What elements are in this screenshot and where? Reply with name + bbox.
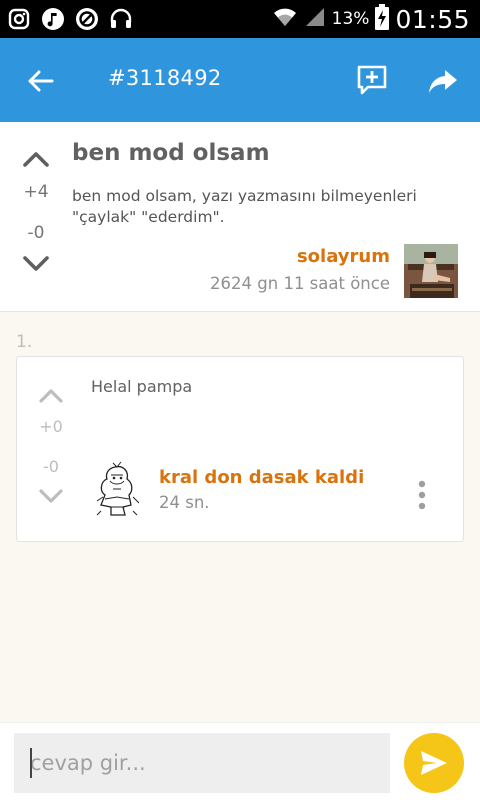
battery-charging-icon [375,4,390,34]
upvote-button[interactable] [20,146,52,170]
reply-upvote-count: +0 [39,417,63,436]
reply-text: Helal pampa [91,377,193,396]
send-icon [421,751,447,775]
reply-card: +0 -0 Helal pampa kral don dasak kaldi 2… [16,356,464,542]
add-comment-icon[interactable] [355,63,389,97]
reply-downvote-count: -0 [43,457,59,476]
status-bar: 13% 01:55 [0,0,480,38]
battery-percent: 13% [331,9,370,29]
send-button[interactable] [404,733,464,793]
reply-downvote-button[interactable] [37,487,65,507]
page-title: #3118492 [108,66,222,90]
reply-index: 1. [16,332,33,352]
post-author-avatar[interactable] [404,244,458,298]
post-timestamp: 2624 gn 11 saat önce [210,274,390,293]
post-body: ben mod olsam, yazı yazmasını bilmeyenle… [72,187,417,226]
reply-input-bar [0,722,480,800]
post-card: +4 -0 ben mod olsam ben mod olsam, yazı … [0,122,480,312]
post-author-link[interactable]: solayrum [297,246,390,267]
downvote-button[interactable] [20,252,52,276]
app-bar: #3118492 [0,38,480,122]
downvote-count: -0 [27,223,45,243]
reply-author-link[interactable]: kral don dasak kaldi [159,467,364,488]
music-icon [40,6,66,32]
blocked-icon [74,6,100,32]
post-title: ben mod olsam [72,140,270,166]
more-options-icon[interactable] [413,479,431,511]
wifi-icon [272,6,298,32]
clock: 01:55 [395,4,470,34]
signal-icon [304,6,326,32]
back-arrow-icon[interactable] [24,64,58,98]
instagram-icon [6,6,32,32]
reply-input[interactable] [14,733,390,793]
upvote-count: +4 [23,182,49,202]
share-icon[interactable] [426,64,460,98]
reply-upvote-button[interactable] [37,385,65,405]
headset-icon [108,6,134,32]
reply-author-avatar[interactable] [93,461,141,519]
reply-timestamp: 24 sn. [159,493,210,512]
text-cursor [30,748,32,778]
